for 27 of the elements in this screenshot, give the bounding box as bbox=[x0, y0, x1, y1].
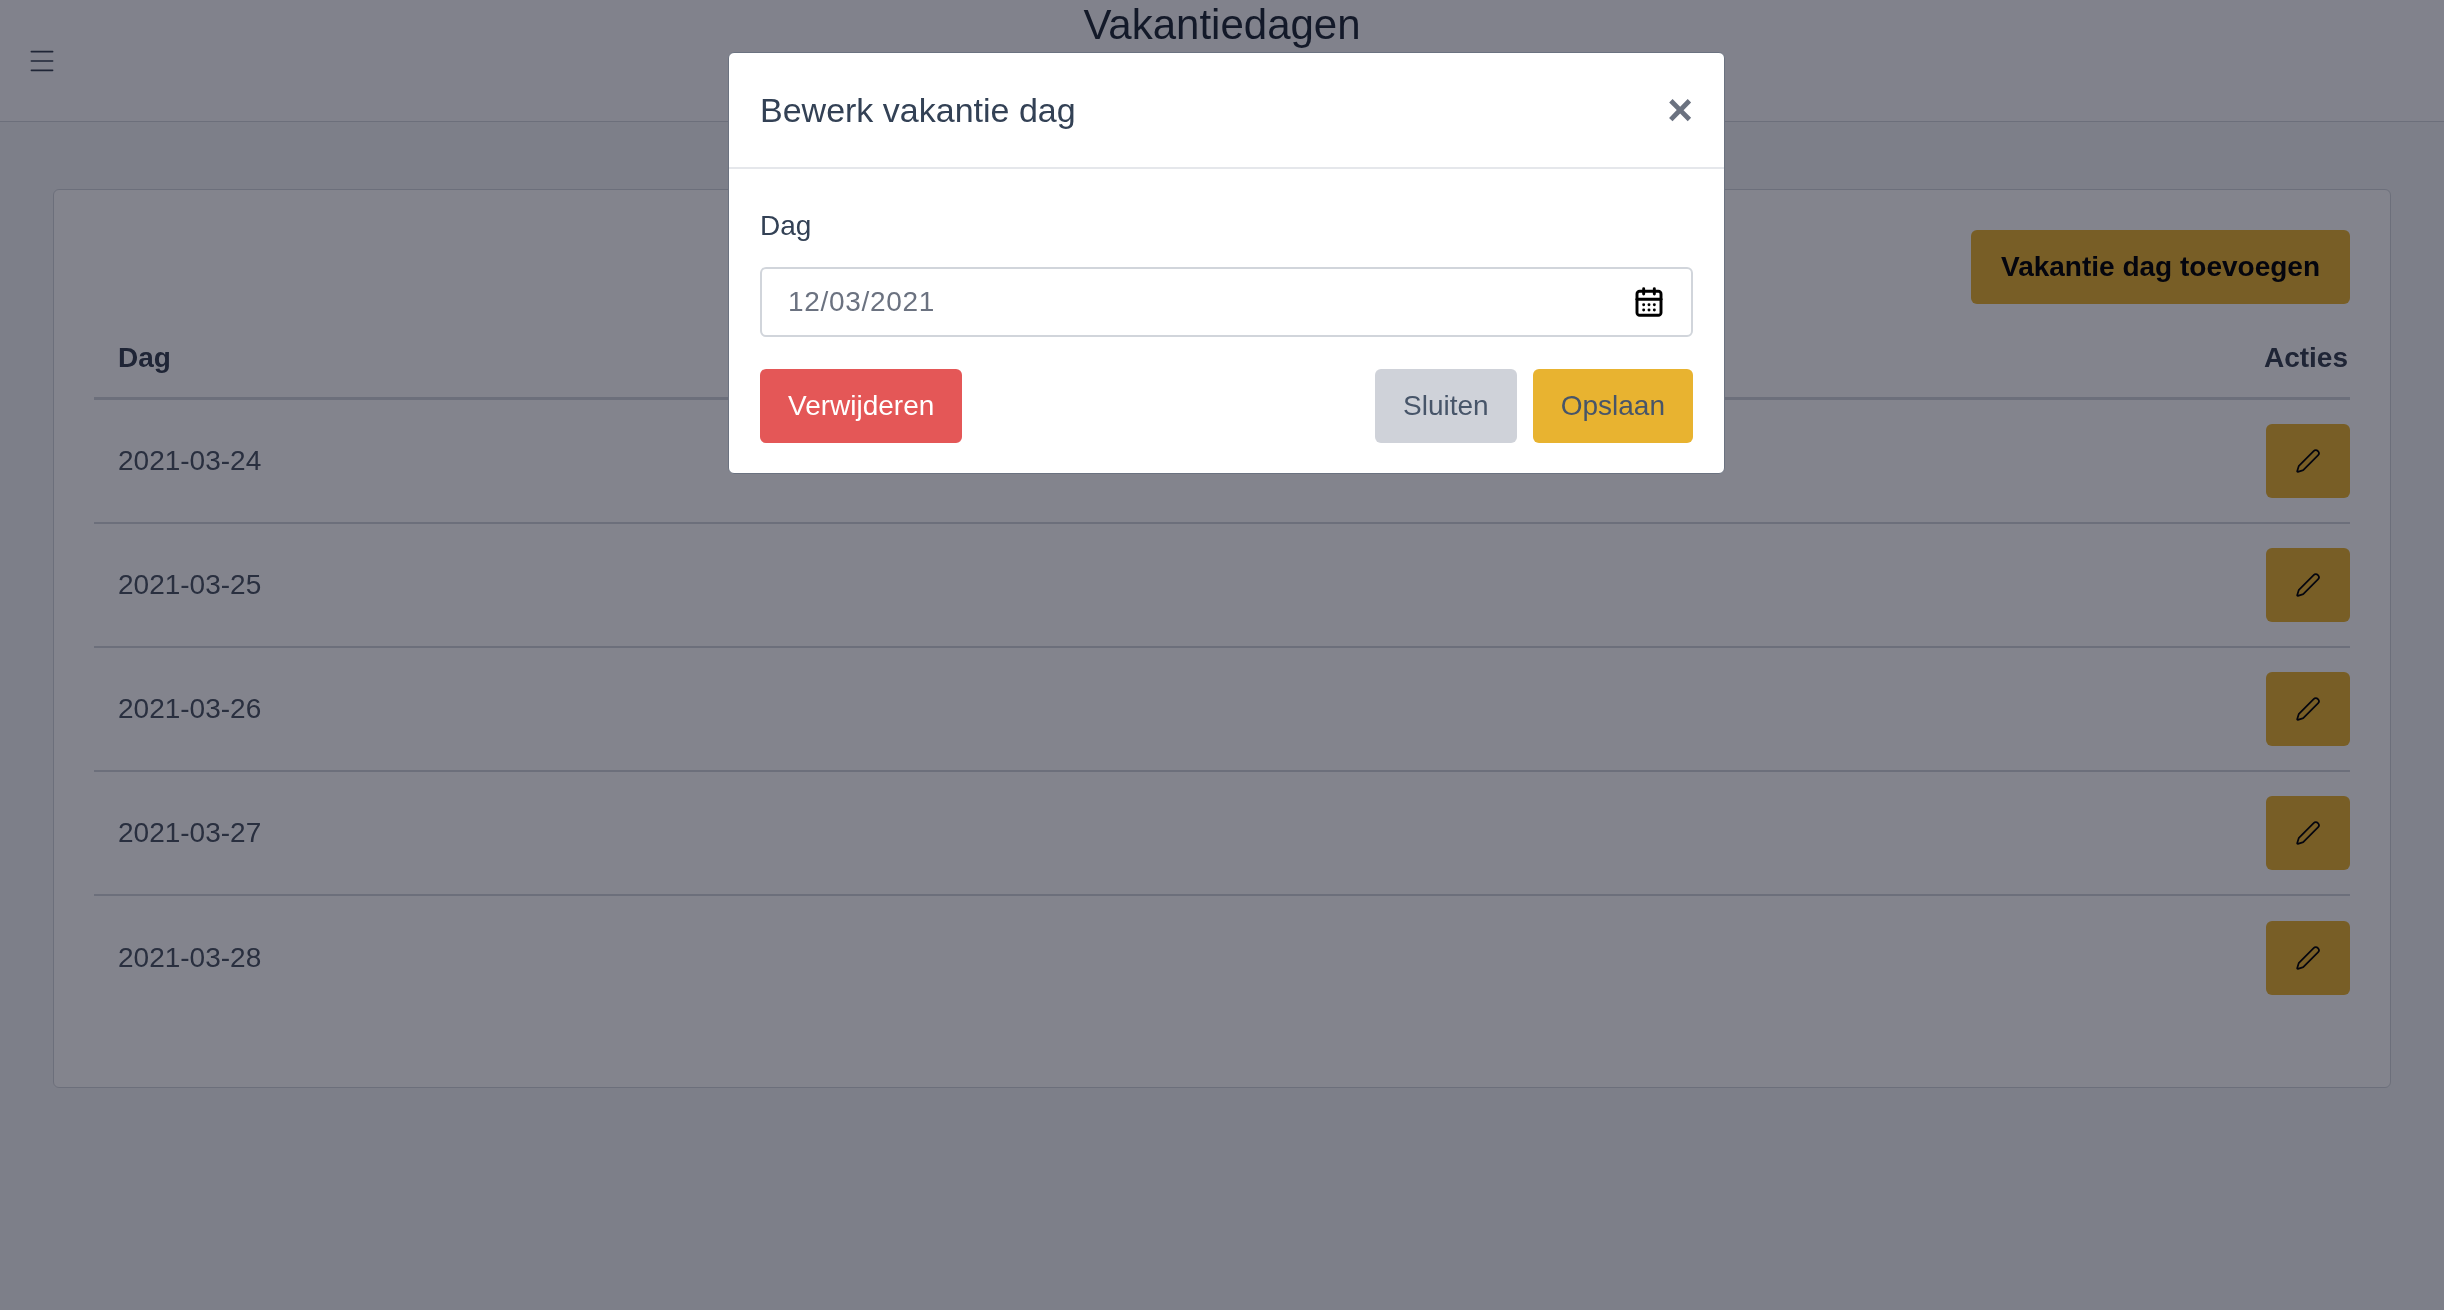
pen-icon bbox=[2295, 448, 2321, 474]
pen-icon bbox=[2295, 820, 2321, 846]
edit-button[interactable] bbox=[2266, 921, 2350, 995]
pen-icon bbox=[2295, 572, 2321, 598]
date-field[interactable]: 12/03/2021 bbox=[760, 267, 1693, 337]
pen-icon bbox=[2295, 696, 2321, 722]
date-cell-text: 2021-03-25 bbox=[118, 568, 262, 602]
column-header: Dag bbox=[118, 340, 171, 375]
date-cell-text: 2021-03-24 bbox=[118, 444, 262, 478]
field-label: Dag bbox=[760, 209, 813, 243]
page-title: Vakantiedagen bbox=[1083, 2, 1361, 48]
add-holiday-button[interactable]: Vakantie dag toevoegen bbox=[1971, 230, 2350, 304]
close-button[interactable]: Sluiten bbox=[1375, 369, 1517, 443]
modal-title: Bewerk vakantie dag bbox=[760, 89, 1076, 131]
calendar-icon[interactable] bbox=[1633, 286, 1665, 318]
edit-button[interactable] bbox=[2266, 672, 2350, 746]
column-header: Acties bbox=[2263, 340, 2348, 375]
date-cell-text: 2021-03-28 bbox=[118, 941, 262, 975]
pen-icon bbox=[2295, 945, 2321, 971]
edit-button[interactable] bbox=[2266, 424, 2350, 498]
date-cell-text: 2021-03-26 bbox=[118, 692, 262, 726]
delete-button[interactable]: Verwijderen bbox=[760, 369, 963, 443]
edit-button[interactable] bbox=[2266, 548, 2350, 622]
edit-button[interactable] bbox=[2266, 796, 2350, 870]
date-cell-text: 2021-03-27 bbox=[118, 816, 262, 850]
close-button[interactable]: × bbox=[1667, 88, 1693, 132]
save-button[interactable]: Opslaan bbox=[1532, 369, 1693, 443]
